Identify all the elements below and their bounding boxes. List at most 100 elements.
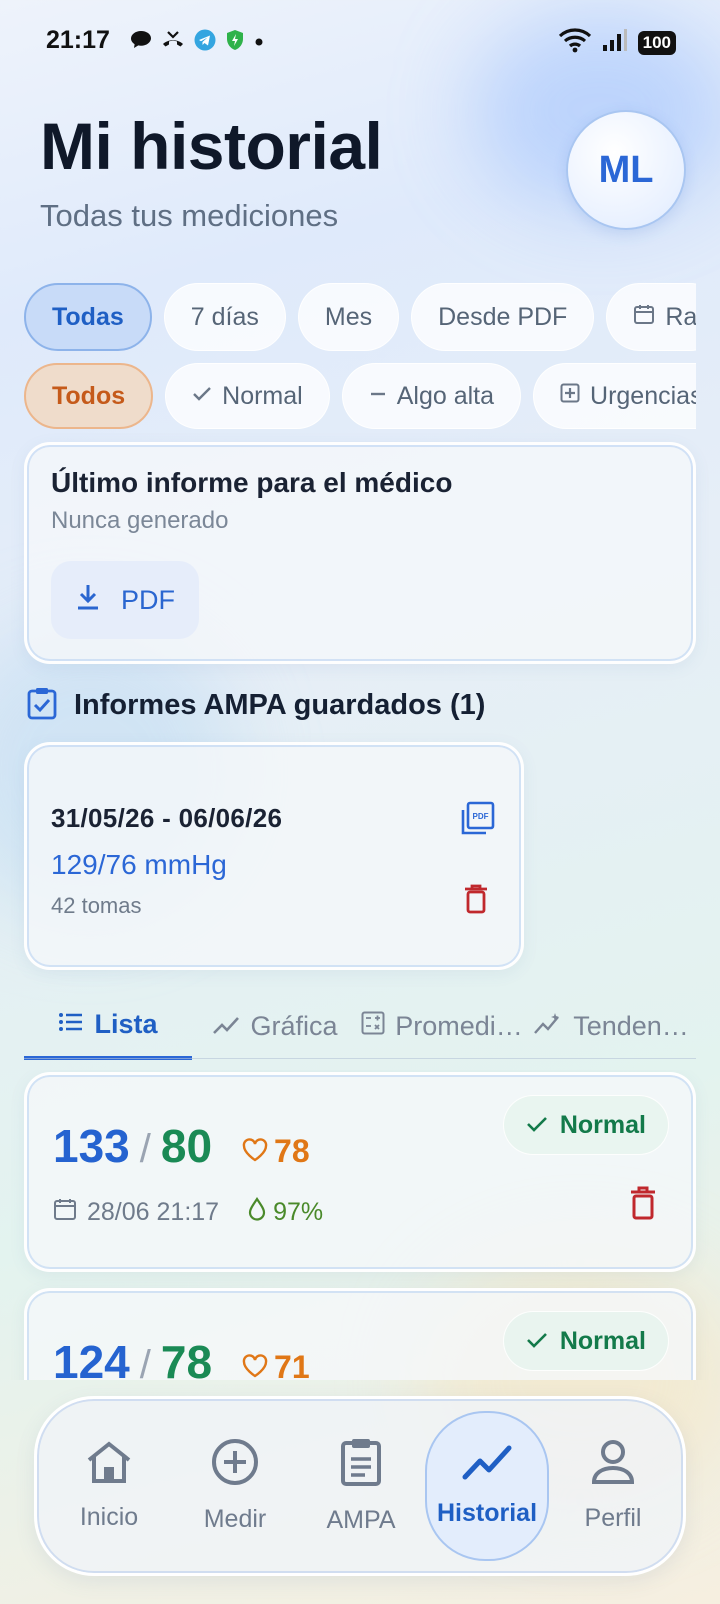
blood-pressure-reading: 133 / 80 78 xyxy=(53,1119,310,1173)
person-icon xyxy=(591,1439,635,1492)
ampa-date-range: 31/05/26 - 06/06/26 xyxy=(51,803,283,833)
calendar-icon xyxy=(633,303,655,331)
view-tabs: Lista Gráfica Promedi… Tenden… xyxy=(24,992,696,1060)
chip-label: Algo alta xyxy=(396,381,495,410)
period-filter-row: Todas 7 días Mes Desde PDF Ra xyxy=(24,283,696,353)
trend-line-icon xyxy=(462,1444,512,1487)
tab-tendencias[interactable]: Tenden… xyxy=(526,992,696,1060)
list-icon xyxy=(58,1009,84,1040)
tab-divider xyxy=(24,1058,696,1059)
telegram-icon xyxy=(194,29,216,56)
nav-medir[interactable]: Medir xyxy=(173,1411,297,1561)
delete-icon[interactable] xyxy=(463,883,489,920)
plus-box-icon xyxy=(560,383,580,409)
status-label: Normal xyxy=(559,1110,646,1139)
nav-perfil[interactable]: Perfil xyxy=(551,1411,675,1561)
systolic-value: 124 xyxy=(53,1336,130,1380)
download-icon xyxy=(75,583,101,618)
tab-label: Gráfica xyxy=(250,1010,338,1041)
pdf-button-label: PDF xyxy=(121,584,175,615)
nav-label: AMPA xyxy=(326,1506,396,1534)
tab-label: Lista xyxy=(94,1008,158,1039)
calculator-icon xyxy=(361,1011,385,1042)
bp-separator: / xyxy=(139,1343,151,1380)
status-filter-row: Todos Normal Algo alta Urgencias xyxy=(24,363,696,429)
filter-chip-normal[interactable]: Normal xyxy=(165,363,330,429)
blood-pressure-reading: 124 / 78 71 xyxy=(53,1335,310,1380)
ampa-section-title: Informes AMPA guardados (1) xyxy=(74,689,486,721)
chip-label: Normal xyxy=(222,381,303,410)
check-icon xyxy=(526,1111,548,1140)
wifi-icon xyxy=(558,27,592,58)
chip-label: Urgencias xyxy=(590,381,696,410)
ampa-section-header: Informes AMPA guardados (1) xyxy=(26,686,485,725)
delete-icon[interactable] xyxy=(629,1185,657,1226)
tab-label: Tenden… xyxy=(573,1010,689,1041)
status-badge: Normal xyxy=(502,1311,669,1371)
dot-icon xyxy=(254,34,264,52)
ampa-average-bp: 129/76 mmHg xyxy=(51,849,227,880)
tab-lista[interactable]: Lista xyxy=(24,992,192,1060)
minus-icon xyxy=(369,383,387,409)
filter-chip-algo-alta[interactable]: Algo alta xyxy=(341,363,522,429)
bp-separator: / xyxy=(139,1127,151,1171)
bottom-navigation: Inicio Medir AMPA Historial Perfil xyxy=(34,1396,686,1576)
nav-inicio[interactable]: Inicio xyxy=(47,1411,171,1561)
filter-chip-7-dias[interactable]: 7 días xyxy=(163,283,286,351)
heart-rate-value: 78 xyxy=(274,1133,310,1169)
chip-label: Todas xyxy=(52,302,124,331)
nav-label: Historial xyxy=(436,1499,538,1527)
report-status: Nunca generado xyxy=(51,507,229,534)
clipboard-icon xyxy=(339,1437,383,1494)
generate-pdf-button[interactable]: PDF xyxy=(51,561,199,639)
page-title: Mi historial xyxy=(40,109,383,183)
nav-historial[interactable]: Historial xyxy=(425,1411,549,1561)
ampa-reading-count: 42 tomas xyxy=(51,893,142,918)
tab-grafica[interactable]: Gráfica xyxy=(192,992,358,1060)
pdf-file-icon[interactable]: PDF xyxy=(459,801,495,842)
status-time: 21:17 xyxy=(46,26,110,54)
measurement-date: 28/06 21:17 xyxy=(87,1198,220,1226)
doctor-report-card: Último informe para el médico Nunca gene… xyxy=(24,442,696,664)
diastolic-value: 80 xyxy=(160,1120,213,1172)
systolic-value: 133 xyxy=(53,1120,130,1172)
page-subtitle: Todas tus mediciones xyxy=(40,198,339,233)
chart-line-icon xyxy=(212,1011,240,1042)
trend-icon xyxy=(533,1011,563,1042)
spo2-value: 97% xyxy=(273,1198,324,1226)
chip-label: Ra xyxy=(665,302,696,331)
filter-chip-urgencias[interactable]: Urgencias xyxy=(533,363,696,429)
nav-label: Inicio xyxy=(79,1503,139,1531)
nav-ampa[interactable]: AMPA xyxy=(299,1411,423,1561)
status-label: Normal xyxy=(559,1326,646,1355)
heart-rate-value: 71 xyxy=(274,1349,310,1380)
avatar[interactable]: ML xyxy=(566,110,686,230)
filter-chip-todas[interactable]: Todas xyxy=(24,283,152,351)
ampa-report-card[interactable]: 31/05/26 - 06/06/26 129/76 mmHg 42 tomas… xyxy=(24,742,524,970)
chip-label: Todos xyxy=(52,381,126,410)
heart-rate: 78 xyxy=(242,1133,310,1170)
tab-label: Promedi… xyxy=(395,1010,523,1041)
list-item[interactable]: 124 / 78 71 Normal xyxy=(24,1288,696,1380)
nav-label: Medir xyxy=(203,1505,267,1533)
status-badge: Normal xyxy=(502,1095,669,1155)
chip-label: 7 días xyxy=(190,302,259,331)
notification-icons xyxy=(130,29,264,56)
heart-icon xyxy=(242,1349,268,1380)
chat-bubble-icon xyxy=(130,30,152,55)
measurement-meta: 28/06 21:17 97% xyxy=(53,1197,323,1228)
check-icon xyxy=(526,1327,548,1356)
filter-chip-range[interactable]: Ra xyxy=(606,283,696,351)
tab-promedios[interactable]: Promedi… xyxy=(358,992,526,1060)
battery-indicator: 100 xyxy=(637,30,676,55)
status-bar: 21:17 100 xyxy=(0,0,720,84)
heart-rate: 71 xyxy=(242,1349,310,1380)
nav-label: Perfil xyxy=(584,1504,642,1532)
filter-chip-mes[interactable]: Mes xyxy=(297,283,400,351)
filter-chip-todos[interactable]: Todos xyxy=(24,363,154,429)
plus-circle-icon xyxy=(211,1438,259,1493)
list-item[interactable]: 133 / 80 78 28/06 21:17 97% Normal xyxy=(24,1072,696,1272)
chip-label: Desde PDF xyxy=(438,302,568,331)
filter-chip-desde-pdf[interactable]: Desde PDF xyxy=(411,283,595,351)
signal-icon xyxy=(602,28,628,57)
